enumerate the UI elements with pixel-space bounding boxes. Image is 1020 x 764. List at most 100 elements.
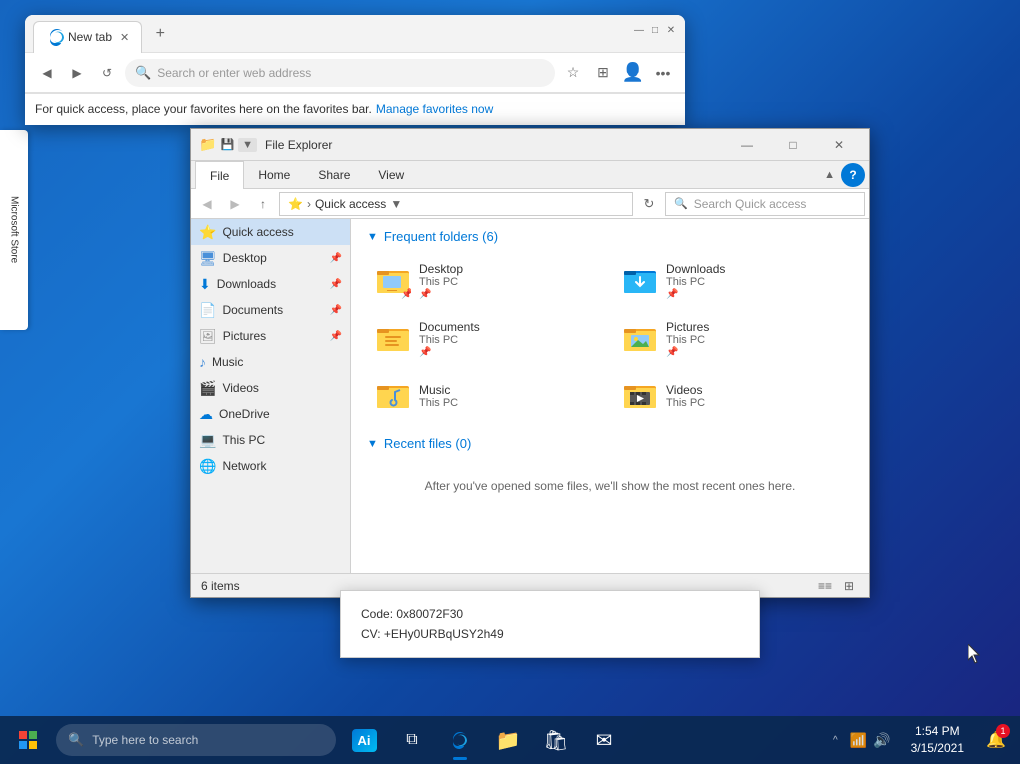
file-explorer-title: File Explorer xyxy=(265,138,725,152)
refresh-button[interactable]: ↺ xyxy=(95,61,119,85)
help-button[interactable]: ? xyxy=(841,163,865,187)
documents-icon: 📄 xyxy=(199,302,216,319)
taskbar-ai-button[interactable]: Ai xyxy=(340,716,388,764)
sidebar-item-pictures[interactable]: 🖼 Pictures 📌 xyxy=(191,323,350,349)
ribbon-tab-view[interactable]: View xyxy=(364,161,418,189)
browser-titlebar: New tab ✕ + — □ ✕ xyxy=(25,15,685,53)
fe-minimize-btn[interactable]: — xyxy=(725,131,769,159)
network-tray-icon[interactable]: 📶 xyxy=(850,732,867,749)
folder-downloads-icon xyxy=(622,263,658,299)
sidebar-item-quick-access[interactable]: ⭐ Quick access xyxy=(191,219,350,245)
taskbar-store-button[interactable]: 🛍 xyxy=(532,716,580,764)
sidebar-item-videos[interactable]: 🎬 Videos xyxy=(191,375,350,401)
search-bar[interactable]: 🔍 Search Quick access xyxy=(665,192,865,216)
sidebar-item-documents[interactable]: 📄 Documents 📌 xyxy=(191,297,350,323)
ribbon-tab-file[interactable]: File xyxy=(195,161,244,189)
address-bar[interactable]: 🔍 Search or enter web address xyxy=(125,59,555,87)
desktop: Microsoft Store New tab ✕ + — □ ✕ ◀ ▶ ↺ xyxy=(0,0,1020,764)
browser-tab[interactable]: New tab ✕ xyxy=(33,21,142,53)
sidebar-item-music[interactable]: ♪ Music xyxy=(191,349,350,375)
profile-icon[interactable]: 👤 xyxy=(621,61,645,85)
fe-close-btn[interactable]: ✕ xyxy=(817,131,861,159)
folder-pictures-subtitle: This PC xyxy=(666,334,709,346)
folder-pictures[interactable]: Pictures This PC 📌 xyxy=(614,314,853,364)
taskbar-search[interactable]: 🔍 Type here to search xyxy=(56,724,336,756)
path-star-icon: ⭐ xyxy=(288,197,303,211)
folder-desktop-info: Desktop This PC 📌 xyxy=(419,262,463,300)
sidebar-item-network[interactable]: 🌐 Network xyxy=(191,453,350,479)
folder-desktop[interactable]: 📌 Desktop This PC 📌 xyxy=(367,256,606,306)
details-view-btn[interactable]: ≡≡ xyxy=(815,576,835,596)
sidebar-item-downloads[interactable]: ⬇ Downloads 📌 xyxy=(191,271,350,297)
address-bar-row: ◀ ▶ ↑ ⭐ › Quick access ▼ ↻ 🔍 Search Quic… xyxy=(191,189,869,219)
forward-button[interactable]: ▶ xyxy=(65,61,89,85)
start-button[interactable] xyxy=(4,716,52,764)
collections-icon[interactable]: ⊞ xyxy=(591,61,615,85)
fe-up-btn[interactable]: ↑ xyxy=(251,192,275,216)
fe-quick-save-icon: 💾 xyxy=(220,138,234,151)
folder-music-subtitle: This PC xyxy=(419,397,458,409)
volume-tray-icon[interactable]: 🔊 xyxy=(873,732,890,749)
folders-grid: 📌 Desktop This PC 📌 xyxy=(367,256,853,420)
frequent-chevron[interactable]: ▼ xyxy=(367,231,378,243)
folder-documents[interactable]: Documents This PC 📌 xyxy=(367,314,606,364)
error-cv: CV: +EHy0URBqUSY2h49 xyxy=(361,627,739,641)
taskbar-edge-button[interactable] xyxy=(436,716,484,764)
fe-nav-dropdown[interactable]: ▼ xyxy=(238,138,257,152)
folder-downloads-name: Downloads xyxy=(666,262,725,276)
ribbon-expand-btn[interactable]: ▲ xyxy=(818,167,841,183)
ribbon-tab-share[interactable]: Share xyxy=(304,161,364,189)
folder-videos-name: Videos xyxy=(666,383,705,397)
browser-close-btn[interactable]: ✕ xyxy=(665,25,677,37)
browser-tab-close-btn[interactable]: ✕ xyxy=(120,31,129,44)
browser-window: New tab ✕ + — □ ✕ ◀ ▶ ↺ 🔍 Search or ente… xyxy=(25,15,685,125)
new-tab-button[interactable]: + xyxy=(146,20,174,48)
path-bar[interactable]: ⭐ › Quick access ▼ xyxy=(279,192,633,216)
browser-minimize-btn[interactable]: — xyxy=(633,25,645,37)
sidebar-label-onedrive: OneDrive xyxy=(219,407,270,421)
folder-music[interactable]: Music This PC xyxy=(367,372,606,420)
back-button[interactable]: ◀ xyxy=(35,61,59,85)
ms-store-sidebar[interactable]: Microsoft Store xyxy=(0,130,28,330)
folder-documents-info: Documents This PC 📌 xyxy=(419,320,480,358)
fe-maximize-btn[interactable]: □ xyxy=(771,131,815,159)
path-text: Quick access xyxy=(315,197,386,211)
tray-clock[interactable]: 1:54 PM 3/15/2021 xyxy=(899,723,976,757)
fe-back-btn[interactable]: ◀ xyxy=(195,192,219,216)
desktop-pin-icon: 📌 xyxy=(330,253,342,264)
taskbar-mail-button[interactable]: ✉ xyxy=(580,716,628,764)
sidebar-item-desktop[interactable]: 🖥 Desktop 📌 xyxy=(191,245,350,271)
taskbar: 🔍 Type here to search Ai ⧉ 📁 🛍 ✉ xyxy=(0,716,1020,764)
folder-music-info: Music This PC xyxy=(419,383,458,409)
path-dropdown-icon[interactable]: ▼ xyxy=(390,197,402,211)
sidebar-item-this-pc[interactable]: 💻 This PC xyxy=(191,427,350,453)
edge-browser-icon xyxy=(46,26,68,48)
fe-refresh-btn[interactable]: ↻ xyxy=(637,192,661,216)
taskbar-edge-icon xyxy=(449,729,471,751)
network-icon: 🌐 xyxy=(199,458,216,475)
folder-downloads[interactable]: Downloads This PC 📌 xyxy=(614,256,853,306)
file-explorer-titlebar: 📁 💾 ▼ File Explorer — □ ✕ xyxy=(191,129,869,161)
favorites-icon[interactable]: ☆ xyxy=(561,61,585,85)
browser-maximize-btn[interactable]: □ xyxy=(649,25,661,37)
manage-favorites-link[interactable]: Manage favorites now xyxy=(376,102,493,116)
fe-forward-btn[interactable]: ▶ xyxy=(223,192,247,216)
settings-icon[interactable]: ••• xyxy=(651,61,675,85)
recent-chevron[interactable]: ▼ xyxy=(367,438,378,450)
folder-videos[interactable]: Videos This PC xyxy=(614,372,853,420)
downloads-icon: ⬇ xyxy=(199,276,211,293)
large-icons-view-btn[interactable]: ⊞ xyxy=(839,576,859,596)
folder-documents-icon xyxy=(375,321,411,357)
recent-files-header: ▼ Recent files (0) xyxy=(367,436,853,451)
notification-button[interactable]: 🔔 1 xyxy=(976,716,1016,764)
task-view-button[interactable]: ⧉ xyxy=(388,716,436,764)
sidebar-item-onedrive[interactable]: ☁ OneDrive xyxy=(191,401,350,427)
folder-downloads-pin: 📌 xyxy=(666,289,725,300)
taskbar-store-icon: 🛍 xyxy=(543,728,568,753)
desktop-icon: 🖥 xyxy=(199,250,217,267)
taskbar-file-explorer-button[interactable]: 📁 xyxy=(484,716,532,764)
ribbon-tab-home[interactable]: Home xyxy=(244,161,304,189)
fe-title-folder-icon: 📁 xyxy=(199,136,216,153)
tray-expand-btn[interactable]: ^ xyxy=(829,735,842,746)
sidebar-label-desktop: Desktop xyxy=(223,251,267,265)
